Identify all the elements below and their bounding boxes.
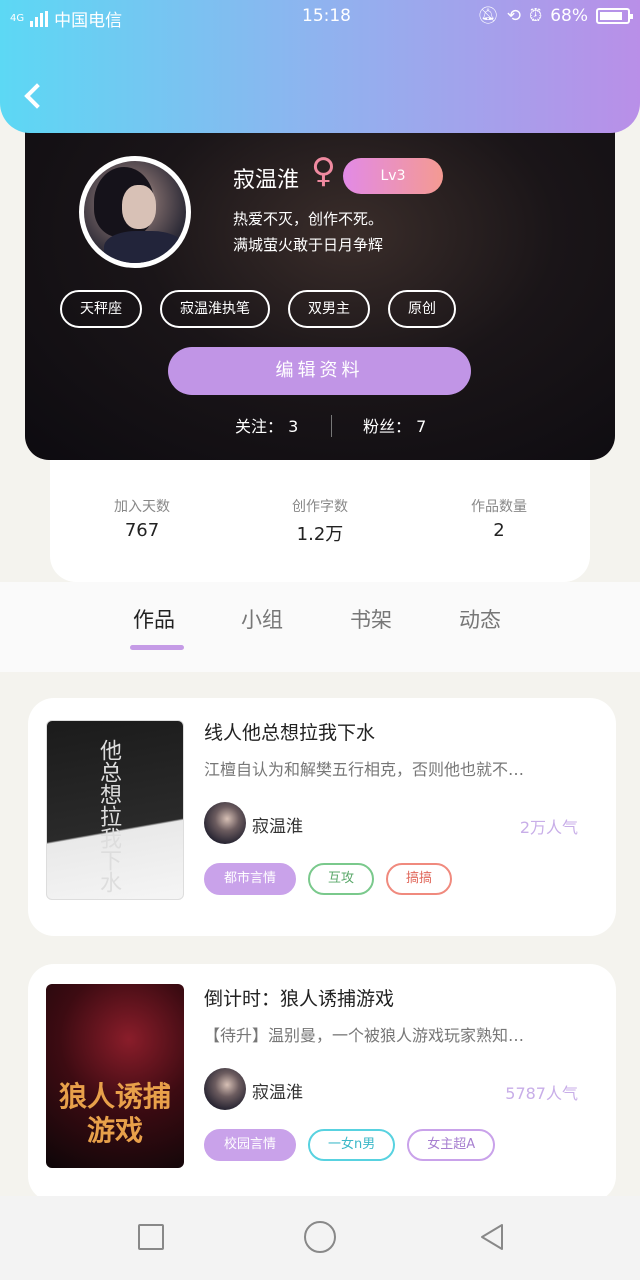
stat-work-count: 作品数量 2 [424,496,574,541]
tab-bar: 作品 小组 书架 动态 [0,582,640,672]
status-left: 4G 中国电信 [10,6,122,31]
back-nav-icon[interactable] [478,1222,506,1252]
book-description: 【待升】温别曼，一个被狼人游戏玩家熟知… [204,1026,525,1045]
signal-icon [30,10,49,27]
battery-icon [596,8,633,24]
stat-label: 创作字数 [292,499,348,515]
home-icon[interactable] [304,1221,336,1253]
status-time: 15:18 [302,6,351,26]
network-type: 4G [10,13,25,24]
system-nav-bar [0,1196,640,1280]
book-cover[interactable]: 狼人诱捕游戏 [46,984,184,1168]
book-tag[interactable]: 校园言情 [204,1129,297,1161]
tab-bookshelf[interactable]: 书架 [350,604,392,634]
profile-card: 寂温淮 ♀ Lv3 热爱不灭，创作不死。 满城萤火敢于日月争辉 天秤座 寂温淮执… [25,110,615,460]
cover-title: 他总想拉我下水 [96,739,121,893]
profile-bio: 热爱不灭，创作不死。 满城萤火敢于日月争辉 [233,206,493,258]
book-tag[interactable]: 互攻 [308,863,375,895]
book-title[interactable]: 线人他总想拉我下水 [204,718,375,745]
back-icon[interactable] [22,80,44,110]
tab-groups[interactable]: 小组 [241,604,283,634]
profile-tags: 天秤座 寂温淮执笔 双男主 原创 [60,290,456,328]
book-card[interactable]: 狼人诱捕游戏 倒计时：狼人诱捕游戏 【待升】温别曼，一个被狼人游戏玩家熟知… 寂… [28,964,616,1202]
battery-percent: 68% [550,6,588,26]
status-right: 🔕︎ ⟲ ⏰︎ 68% [477,6,633,26]
mute-icon: 🔕︎ [477,6,499,26]
book-tags: 校园言情 一女n男 女主超A [204,1129,496,1161]
lock-rotation-icon: ⟲ [506,6,521,26]
book-title[interactable]: 倒计时：狼人诱捕游戏 [204,984,394,1011]
alarm-icon: ⏰︎ [528,6,543,26]
popularity: 5787人气 [505,1084,578,1103]
profile-tag[interactable]: 天秤座 [60,290,142,328]
book-tag[interactable]: 一女n男 [308,1129,396,1161]
female-icon: ♀ [311,151,336,191]
author-name[interactable]: 寂温淮 [252,812,303,837]
tab-indicator [130,645,184,650]
divider [331,415,332,437]
recent-apps-icon[interactable] [138,1224,164,1250]
stat-value: 767 [124,520,160,541]
tab-works[interactable]: 作品 [133,604,175,634]
profile-tag[interactable]: 原创 [388,290,456,328]
edit-profile-button[interactable]: 编辑资料 [168,347,471,395]
fans-count[interactable]: 粉丝： 7 [363,413,426,437]
carrier-name: 中国电信 [54,11,123,31]
follow-count[interactable]: 关注： 3 [235,413,298,437]
status-bar: 4G 中国电信 15:18 🔕︎ ⟲ ⏰︎ 68% [0,0,640,32]
stat-value: 1.2万 [296,524,344,545]
book-description: 江檀自认为和解樊五行相克，否则他也就不… [204,760,525,779]
book-tag[interactable]: 搞搞 [386,863,453,895]
stat-label: 作品数量 [471,499,527,515]
header-bar: 4G 中国电信 15:18 🔕︎ ⟲ ⏰︎ 68% [0,0,640,133]
book-tag[interactable]: 女主超A [407,1129,496,1161]
stat-value: 2 [493,520,505,541]
book-tag[interactable]: 都市言情 [204,863,297,895]
stat-join-days: 加入天数 767 [67,496,217,541]
author-avatar[interactable] [204,802,246,844]
book-cover[interactable]: 他总想拉我下水 [46,720,184,900]
profile-tag[interactable]: 双男主 [288,290,370,328]
author-name[interactable]: 寂温淮 [252,1078,303,1103]
avatar[interactable] [79,156,191,268]
bio-line: 热爱不灭，创作不死。 [233,210,384,228]
popularity: 2万人气 [519,818,578,837]
profile-tag[interactable]: 寂温淮执笔 [160,290,270,328]
stats-card: 加入天数 767 创作字数 1.2万 作品数量 2 [50,440,590,582]
profile-name: 寂温淮 [233,168,300,193]
cover-title: 狼人诱捕游戏 [58,1080,171,1147]
author-avatar[interactable] [204,1068,246,1110]
book-tags: 都市言情 互攻 搞搞 [204,863,453,895]
level-badge: Lv3 [343,158,443,194]
stat-word-count: 创作字数 1.2万 [245,496,395,546]
tab-activity[interactable]: 动态 [459,604,501,634]
bio-line: 满城萤火敢于日月争辉 [233,236,384,254]
stat-label: 加入天数 [114,499,170,515]
book-card[interactable]: 他总想拉我下水 线人他总想拉我下水 江檀自认为和解樊五行相克，否则他也就不… 寂… [28,698,616,936]
